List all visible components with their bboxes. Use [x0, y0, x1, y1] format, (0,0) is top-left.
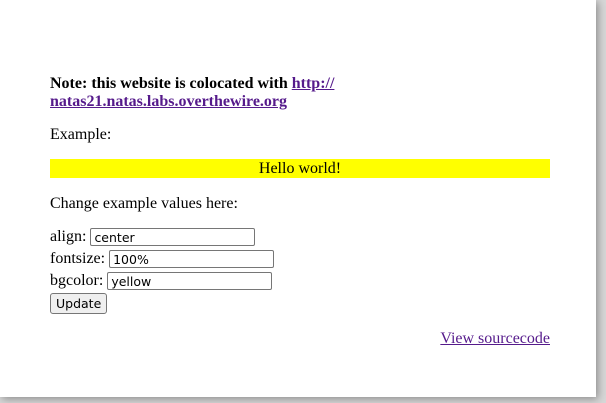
update-button[interactable]: Update — [50, 293, 108, 314]
fontsize-label: fontsize: — [50, 250, 106, 267]
align-input[interactable] — [90, 228, 256, 246]
bgcolor-label: bgcolor: — [50, 272, 104, 289]
align-row: align: — [50, 226, 550, 248]
view-sourcecode-link[interactable]: View sourcecode — [440, 330, 550, 347]
source-link-container: View sourcecode — [50, 330, 550, 348]
note-prefix: Note: this website is colocated with — [50, 75, 292, 92]
colocation-note: Note: this website is colocated with htt… — [50, 75, 550, 111]
fontsize-input[interactable] — [109, 250, 275, 268]
change-values-heading: Change example values here: — [50, 195, 238, 212]
example-preview: Hello world! — [50, 159, 550, 178]
page-card: Note: this website is colocated with htt… — [0, 0, 596, 397]
settings-form: align: fontsize: bgcolor: Update — [50, 226, 550, 314]
example-label: Example: — [50, 126, 112, 143]
fontsize-row: fontsize: — [50, 248, 550, 270]
main-content: Note: this website is colocated with htt… — [50, 75, 550, 348]
bgcolor-row: bgcolor: — [50, 270, 550, 292]
bgcolor-input[interactable] — [107, 272, 273, 290]
align-label: align: — [50, 228, 87, 245]
